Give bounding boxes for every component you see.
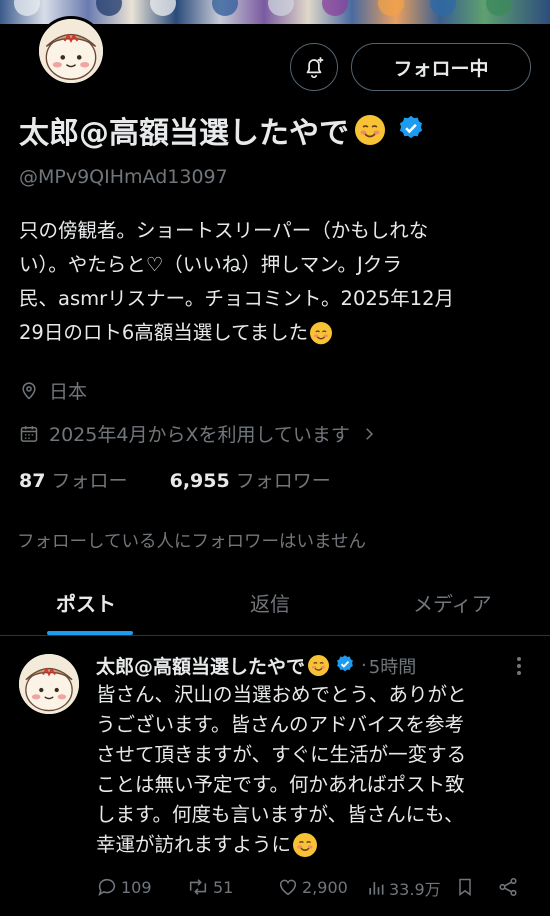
repost-count: 51 <box>213 877 234 897</box>
smiling-face-emoji <box>293 833 318 857</box>
following-count: 87 <box>19 470 46 492</box>
post-line: します。何度も言いますが、皆さんにも、 <box>96 803 464 826</box>
profile-avatar[interactable] <box>36 16 106 86</box>
bell-plus-icon <box>306 57 324 79</box>
like-button[interactable]: 2,900 <box>277 876 348 898</box>
following-button[interactable]: フォロー中 <box>351 43 531 91</box>
views-button[interactable]: 33.9万 <box>366 876 441 900</box>
tab-media[interactable]: メディア <box>413 588 492 617</box>
followers-count: 6,955 <box>169 470 230 492</box>
reply-button[interactable]: 109 <box>96 876 152 898</box>
following-label: フォロー <box>51 470 128 492</box>
bio-line: い）。やたらと♡（いいね）押しマン。Jクラ <box>19 253 402 276</box>
post-body: 皆さん、沢山の当選おめでとう、ありがと うございます。皆さんのアドバイスを参考 … <box>96 680 541 860</box>
verified-badge-icon[interactable] <box>397 114 425 146</box>
bio-line: 民、asmrリスナー。チョコミント。2025年12月 <box>19 287 454 310</box>
post-author-avatar[interactable] <box>19 654 79 714</box>
repost-button[interactable]: 51 <box>186 876 233 898</box>
smiling-face-emoji <box>308 655 330 676</box>
views-icon <box>369 882 384 895</box>
location-pin-icon <box>22 381 36 400</box>
following-link[interactable]: 87 フォロー <box>19 470 128 492</box>
location-text: 日本 <box>49 381 88 403</box>
verified-badge-icon[interactable] <box>335 654 355 678</box>
followers-label: フォロワー <box>235 470 331 492</box>
chevron-right-icon <box>366 427 373 440</box>
post-author-name[interactable]: 太郎@高額当選したやで <box>96 652 305 679</box>
smiling-face-emoji <box>310 322 333 345</box>
reply-count: 109 <box>121 877 152 897</box>
follow-counts: 87 フォロー 6,955 フォロワー <box>19 466 331 493</box>
post-line: させて頂きますが、すぐに生活が一変する <box>96 743 467 766</box>
profile-tabs: ポスト 返信 メディア <box>0 570 550 636</box>
post-line: 幸運が訪れますように <box>96 833 292 856</box>
bio-line: 29日のロト6高額当選してました <box>19 321 309 344</box>
calendar-icon <box>20 425 38 442</box>
profile-bio: 只の傍観者。ショートスリーパー（かもしれな い）。やたらと♡（いいね）押しマン。… <box>19 214 534 350</box>
more-vertical-icon <box>517 657 521 675</box>
smiling-face-emoji <box>355 115 385 145</box>
no-common-followers-text: フォローしている人にフォロワーはいません <box>17 532 366 552</box>
repost-icon <box>189 879 207 895</box>
profile-name-row: 太郎@高額当選したやで <box>19 108 425 152</box>
display-name: 太郎@高額当選したやで <box>19 116 349 151</box>
bookmark-icon <box>459 878 471 896</box>
share-button[interactable] <box>497 876 522 898</box>
post-more-button[interactable] <box>516 656 522 680</box>
post-header: 太郎@高額当選したやで · 5時間 <box>96 652 416 679</box>
profile-joined[interactable]: 2025年4月からXを利用しています <box>19 420 388 447</box>
character-avatar-image <box>19 654 79 714</box>
like-count: 2,900 <box>302 877 348 897</box>
post-separator: · <box>361 655 367 676</box>
reply-icon <box>98 878 116 897</box>
tab-replies[interactable]: 返信 <box>250 588 290 617</box>
post-line: ことは無い予定です。何かあればポスト致 <box>96 773 465 796</box>
bookmark-button[interactable] <box>455 876 478 898</box>
character-avatar-image <box>39 19 103 83</box>
post-timestamp[interactable]: 5時間 <box>369 653 416 679</box>
share-icon <box>499 877 517 897</box>
notification-button[interactable] <box>290 43 338 91</box>
view-count: 33.9万 <box>389 880 441 899</box>
followers-link[interactable]: 6,955 フォロワー <box>170 470 331 492</box>
profile-location: 日本 <box>19 377 87 404</box>
active-tab-indicator <box>47 631 133 635</box>
post-line: うございます。皆さんのアドバイスを参考 <box>96 713 464 736</box>
tab-posts[interactable]: ポスト <box>56 588 116 617</box>
post-line: 皆さん、沢山の当選おめでとう、ありがと <box>96 683 467 706</box>
profile-handle: @MPv9QIHmAd13097 <box>19 166 228 188</box>
bio-line: 只の傍観者。ショートスリーパー（かもしれな <box>19 219 429 242</box>
heart-icon <box>279 879 297 896</box>
joined-text: 2025年4月からXを利用しています <box>49 424 350 446</box>
